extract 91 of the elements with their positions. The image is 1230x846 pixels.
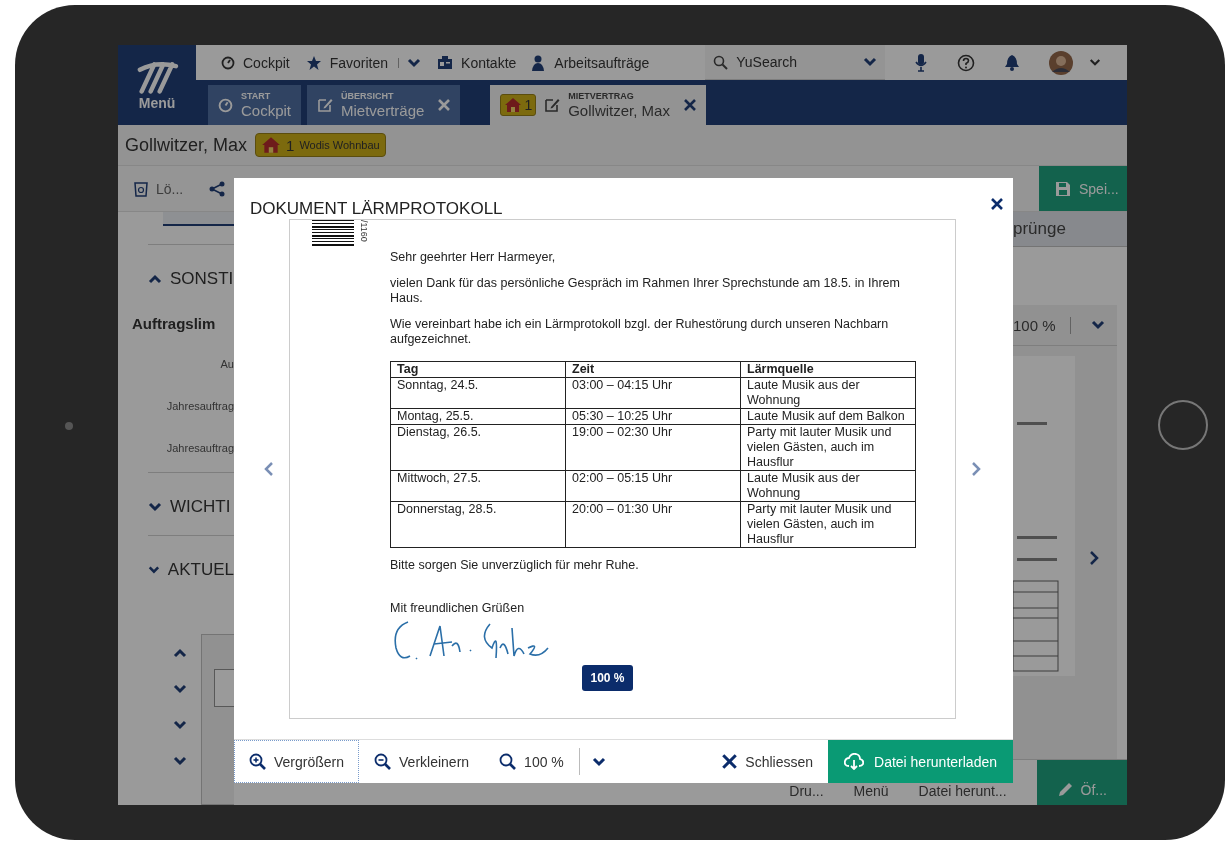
record-title: Gollwitzer, Max — [125, 134, 248, 156]
delete-button[interactable]: Lö... — [134, 180, 184, 197]
table-cell: Laute Musik auf dem Balkon — [740, 408, 916, 425]
letter-greeting: Sehr geehrter Herr Harmeyer, — [390, 250, 557, 265]
chevron-down-icon[interactable] — [591, 756, 606, 767]
table-cell: 02:00 – 05:15 Uhr — [565, 470, 741, 502]
column-header: Lärmquelle — [740, 361, 916, 378]
letter-closing: Mit freundlichen Grüßen — [390, 601, 526, 616]
search-icon — [713, 54, 729, 70]
table-cell: Donnerstag, 28.5. — [390, 501, 566, 548]
nav-link[interactable]: Arbeitsaufträge — [532, 54, 650, 71]
field-label: Au — [220, 358, 234, 370]
star-icon — [305, 54, 322, 71]
trash-icon — [134, 180, 148, 197]
barcode-drawing — [312, 220, 354, 246]
camera-icon — [65, 422, 73, 430]
nav-link[interactable]: Favoriten — [305, 54, 389, 71]
chevron-down-icon[interactable] — [398, 57, 422, 68]
section-header[interactable]: AKTUEL — [148, 560, 234, 580]
gauge-icon — [221, 55, 235, 70]
zoom-in-icon — [249, 753, 266, 770]
search-icon — [499, 753, 517, 770]
table-cell: Laute Musik aus der Wohnung — [740, 377, 916, 409]
table-cell: Party mit lauter Musik und vielen Gästen, auch im Hausflur — [740, 501, 916, 548]
chevron-up-icon[interactable] — [173, 648, 187, 658]
tab[interactable]: 1 MIETVERTRAG Gollwitzer, Max — [490, 85, 706, 125]
menu-button[interactable]: Menü — [118, 45, 196, 125]
section-header[interactable]: WICHTI — [148, 497, 234, 517]
table-cell: Mittwoch, 27.5. — [390, 470, 566, 502]
chevron-down-icon[interactable] — [1089, 58, 1102, 67]
table-cell: 05:30 – 10:25 Uhr — [565, 408, 741, 425]
column-header: Tag — [390, 361, 566, 378]
zoom-out-icon — [374, 753, 392, 770]
chevron-down-icon — [863, 57, 878, 67]
dialog-title: DOKUMENT LÄRMPROTOKOLL — [250, 199, 503, 219]
microphone-icon[interactable] — [915, 53, 928, 72]
table-cell: 19:00 – 02:30 Uhr — [565, 424, 741, 471]
tab[interactable]: ÜBERSICHT Mietverträge — [307, 85, 461, 125]
toolbar-button[interactable]: Vergrößern — [234, 740, 360, 783]
close-icon — [722, 754, 738, 769]
chevron-down-icon[interactable] — [173, 720, 187, 730]
letter-paragraph: Wie vereinbart habe ich ein Lärmprotokoll bzgl. der Ruhestörung durch unseren Nachbarn aufgezeichnet. — [390, 317, 890, 347]
letter-paragraph: vielen Dank für das persönliche Gespräch im Rahmen Ihrer Sprechstunde am 18.5. in Ihrem Haus. — [390, 276, 901, 306]
edit-icon — [544, 97, 561, 113]
field-group-title: Auftragslim — [132, 315, 216, 332]
toolbar-button[interactable]: Menü — [853, 783, 889, 805]
input-field[interactable] — [163, 212, 234, 226]
chevron-down-icon[interactable] — [173, 756, 187, 766]
house-icon — [504, 97, 523, 113]
table-cell: 03:00 – 04:15 Uhr — [565, 377, 741, 409]
table-cell: Dienstag, 26.5. — [390, 424, 566, 471]
toolbar-button[interactable]: Datei herunt... — [918, 783, 1007, 805]
close-button[interactable]: Schliessen — [707, 740, 828, 783]
table-cell: Sonntag, 24.5. — [390, 377, 566, 409]
cloud-download-icon — [844, 753, 864, 770]
tab[interactable]: prünge — [1013, 212, 1127, 247]
toolbar-button[interactable]: Dru... — [789, 783, 824, 805]
table-cell: Laute Musik aus der Wohnung — [740, 470, 916, 502]
save-icon — [1055, 180, 1071, 197]
close-icon[interactable] — [991, 198, 1003, 210]
toolbar-button[interactable]: 100 % — [484, 740, 579, 783]
person-icon — [532, 54, 547, 71]
table-cell: Montag, 25.5. — [390, 408, 566, 425]
edit-icon — [317, 97, 334, 113]
download-button[interactable]: Datei herunterladen — [828, 740, 1013, 783]
nav-link[interactable]: Cockpit — [221, 54, 290, 71]
pencil-icon — [1056, 781, 1073, 798]
table-cell: Party mit lauter Musik und vielen Gästen, auch im Hausflur — [740, 424, 916, 471]
avatar-icon[interactable] — [1049, 50, 1074, 75]
nav-link[interactable]: Kontakte — [437, 54, 517, 71]
share-icon[interactable] — [209, 180, 226, 197]
field-label: Jahresauftrag — [166, 400, 234, 412]
field-label: Jahresauftrag — [166, 442, 234, 454]
bell-icon[interactable] — [1005, 54, 1020, 71]
contact-card-icon — [437, 55, 454, 70]
tab[interactable]: START Cockpit — [208, 85, 302, 125]
table-cell: 20:00 – 01:30 Uhr — [565, 501, 741, 548]
house-icon — [261, 136, 282, 154]
house-badge: 1 — [500, 94, 537, 116]
company-badge: 1 Wodis Wohnbau — [255, 133, 386, 157]
zoom-badge: 100 % — [582, 665, 633, 691]
toolbar-button[interactable]: Verkleinern — [359, 740, 485, 783]
reference-number: /1160 — [359, 220, 369, 242]
section-header[interactable]: SONSTI — [148, 269, 234, 289]
letter-paragraph: Bitte sorgen Sie unverzüglich für mehr Ruhe. — [390, 558, 640, 573]
help-icon[interactable] — [957, 53, 976, 72]
gauge-icon — [218, 97, 233, 113]
column-header: Zeit — [565, 361, 741, 378]
search-field[interactable]: YuSearch — [705, 45, 886, 80]
chevron-down-icon[interactable] — [173, 684, 187, 694]
home-button[interactable] — [1158, 400, 1208, 450]
